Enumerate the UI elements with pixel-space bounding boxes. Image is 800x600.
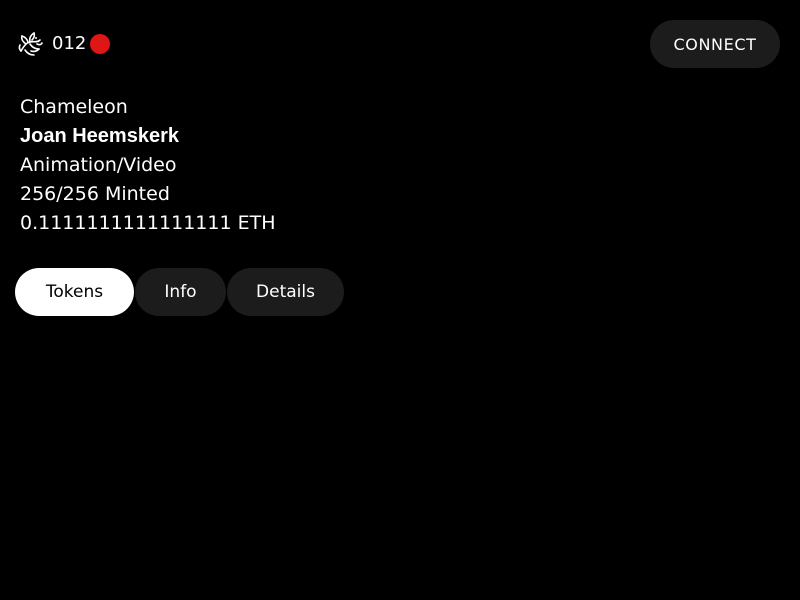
live-indicator-dot	[90, 34, 110, 54]
tab-info[interactable]: Info	[135, 268, 226, 316]
tab-tokens[interactable]: Tokens	[15, 268, 134, 316]
project-info: Chameleon Joan Heemskerk Animation/Video…	[20, 93, 420, 238]
connect-button[interactable]: CONNECT	[650, 20, 780, 68]
page: 012 CONNECT Chameleon Joan Heemskerk Ani…	[0, 0, 800, 600]
project-title: Chameleon	[20, 96, 128, 118]
project-medium: Animation/Video	[20, 154, 177, 176]
dragon-logo-graphic	[18, 32, 43, 56]
dragon-logo-icon[interactable]	[17, 31, 44, 58]
edition-counter: 012	[52, 33, 87, 54]
tab-bar: Tokens Info Details	[15, 268, 344, 316]
top-bar: 012 CONNECT	[0, 0, 800, 88]
minted-count: 256/256 Minted	[20, 183, 170, 205]
mint-price: 0.1111111111111111 ETH	[20, 212, 276, 234]
tab-details[interactable]: Details	[227, 268, 344, 316]
artist-name: Joan Heemskerk	[20, 125, 179, 147]
